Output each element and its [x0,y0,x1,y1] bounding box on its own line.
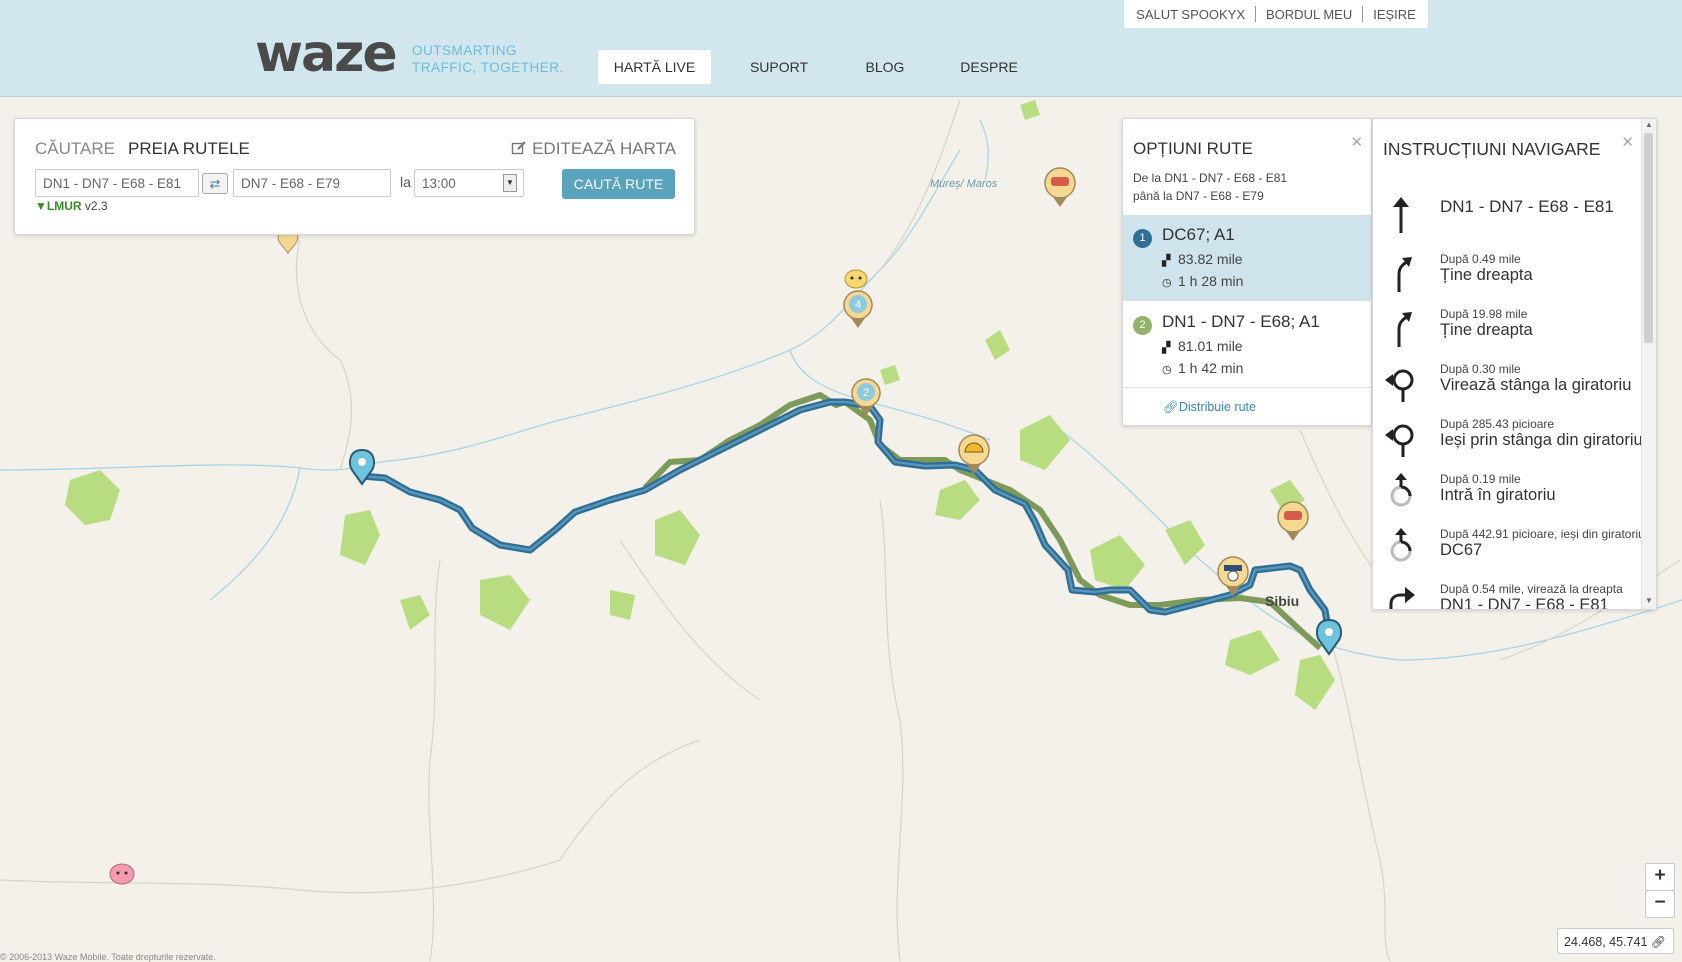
nav-blog[interactable]: BLOG [855,50,915,84]
version-label: ▼LMUR v2.3 [35,199,108,213]
step-distance: După 0.49 mile [1440,252,1521,266]
tagline: OUTSMARTING TRAFFIC, TOGETHER. [412,43,564,75]
direction-step[interactable]: După 19.98 mile Ține dreapta [1383,307,1643,362]
nav-live-map[interactable]: HARTĂ LIVE [598,50,711,84]
route-duration: 1 h 28 min [1178,273,1244,289]
share-routes-link[interactable]: 🔗︎Distribuie rute [1163,400,1256,415]
zoom-in-button[interactable]: + [1645,863,1675,891]
directions-scrollbar[interactable]: ▲ ▼ [1641,119,1656,609]
roundabout-enter-icon [1390,528,1412,562]
search-panel: CĂUTARE PREIA RUTELE EDITEAZĂ HARTA DN1 … [14,118,695,235]
edit-icon [512,141,527,155]
wazer-icon[interactable] [109,863,135,885]
to-input[interactable]: DN7 - E68 - E79 [233,169,391,197]
user-greeting-link[interactable]: SALUT SPOOKYX [1136,7,1245,22]
road-icon: ▞ [1162,342,1171,354]
keep-right-icon [1397,257,1412,292]
step-distance: După 0.30 mile [1440,362,1521,376]
step-distance: După 442.91 picioare, ieși din giratoriu [1440,527,1645,541]
step-instruction: DC67 [1440,541,1483,559]
route-name: DC67; A1 [1162,225,1235,244]
directions-title: INSTRUCȚIUNI NAVIGARE [1383,139,1601,159]
direction-step[interactable]: După 0.49 mile Ține dreapta [1383,252,1643,307]
time-select[interactable]: 13:00 ▼ [414,169,524,197]
nav-support[interactable]: SUPORT [738,50,820,84]
zoom-out-button[interactable]: − [1645,890,1675,918]
direction-step[interactable]: După 285.43 picioare Ieși prin stânga di… [1383,417,1643,472]
direction-step[interactable]: După 0.19 mile Intră în giratoriu [1383,472,1643,527]
direction-step[interactable]: DN1 - DN7 - E68 - E81 [1383,193,1643,248]
cluster-count: 4 [855,299,861,311]
direction-step[interactable]: După 442.91 picioare, ieși din giratoriu… [1383,527,1645,582]
chevron-down-icon: ▼ [503,174,517,192]
route-name: DN1 - DN7 - E68; A1 [1162,312,1320,331]
from-input[interactable]: DN1 - DN7 - E68 - E81 [35,169,199,197]
route-number-badge: 2 [1133,316,1152,335]
link-icon: 🔗︎ [1163,400,1179,414]
route-distance: 81.01 mile [1178,338,1243,354]
step-instruction: Virează stânga la giratoriu [1440,376,1632,394]
permalink-icon[interactable]: 🔗︎ [1651,929,1666,955]
straight-arrow-icon [1393,197,1409,233]
tab-search[interactable]: CĂUTARE [35,139,115,159]
roundabout-exit-left-icon [1385,424,1414,457]
close-icon[interactable]: ✕ [1621,133,1634,151]
step-distance: După 0.19 mile [1440,472,1521,486]
direction-step[interactable]: După 0.54 mile, virează la dreapta DN1 -… [1383,582,1643,610]
dashboard-link[interactable]: BORDUL MEU [1266,7,1352,22]
step-distance: După 19.98 mile [1440,307,1528,321]
road-icon: ▞ [1162,255,1171,267]
route-option-1[interactable]: 1 DC67; A1 ▞ 83.82 mile ◷ 1 h 28 min [1123,215,1371,301]
step-instruction: Intră în giratoriu [1440,486,1556,504]
at-label: la [400,174,411,190]
roundabout-enter-icon [1390,473,1412,507]
navigation-instructions-panel: INSTRUCȚIUNI NAVIGARE ✕ DN1 - DN7 - E68 … [1372,118,1657,610]
direction-step[interactable]: După 0.30 mile Virează stânga la girator… [1383,362,1643,417]
route-option-2[interactable]: 2 DN1 - DN7 - E68; A1 ▞ 81.01 mile ◷ 1 h 4… [1123,302,1371,388]
step-instruction: DN1 - DN7 - E68 - E81 [1440,596,1609,610]
turn-right-icon [1389,587,1415,609]
step-distance: După 285.43 picioare [1440,417,1555,431]
roundabout-left-icon [1385,369,1414,402]
user-bar: SALUT SPOOKYX BORDUL MEU IEȘIRE [1124,0,1428,28]
step-distance: După 0.54 mile, virează la dreapta [1440,582,1623,596]
swap-icon: ⇄ [209,176,221,191]
step-instruction: Ține dreapta [1440,266,1533,284]
edit-map-link[interactable]: EDITEAZĂ HARTA [511,139,676,159]
site-header: waze OUTSMARTING TRAFFIC, TOGETHER. HART… [0,0,1682,97]
route-number-badge: 1 [1133,229,1152,248]
wazer-icon[interactable] [844,269,868,289]
swap-directions-button[interactable]: ⇄ [202,173,228,194]
route-distance: 83.82 mile [1178,251,1243,267]
city-label: Sibiu [1265,593,1300,609]
scroll-down-icon[interactable]: ▼ [1642,596,1656,608]
scroll-thumb[interactable] [1644,133,1653,343]
clock-icon: ◷ [1162,277,1172,289]
step-instruction: Ieși prin stânga din giratoriu [1440,431,1643,449]
route-options-title: OPȚIUNI RUTE [1133,139,1253,158]
waze-logo[interactable]: waze [255,24,398,84]
route-endpoints: De la DN1 - DN7 - E68 - E81 până la DN7 … [1133,171,1288,203]
search-routes-button[interactable]: CAUTĂ RUTE [562,169,675,199]
triangle-icon: ▼ [35,199,47,213]
route-options-panel: OPȚIUNI RUTE ✕ De la DN1 - DN7 - E68 - E… [1122,118,1372,426]
clock-icon: ◷ [1162,364,1172,376]
logout-link[interactable]: IEȘIRE [1373,7,1416,22]
coordinates-readout[interactable]: 24.468, 45.741 🔗︎ [1557,928,1674,954]
tab-get-routes[interactable]: PREIA RUTELE [128,139,250,159]
route-duration: 1 h 42 min [1178,360,1244,376]
step-instruction: Ține dreapta [1440,321,1533,339]
cluster-count: 2 [863,387,869,399]
keep-right-icon [1397,312,1412,347]
river-label: Mureș/ Maros [930,178,998,190]
nav-about[interactable]: DESPRE [955,50,1023,84]
scroll-up-icon[interactable]: ▲ [1642,120,1656,132]
close-icon[interactable]: ✕ [1350,133,1363,151]
step-instruction: DN1 - DN7 - E68 - E81 [1440,197,1614,216]
